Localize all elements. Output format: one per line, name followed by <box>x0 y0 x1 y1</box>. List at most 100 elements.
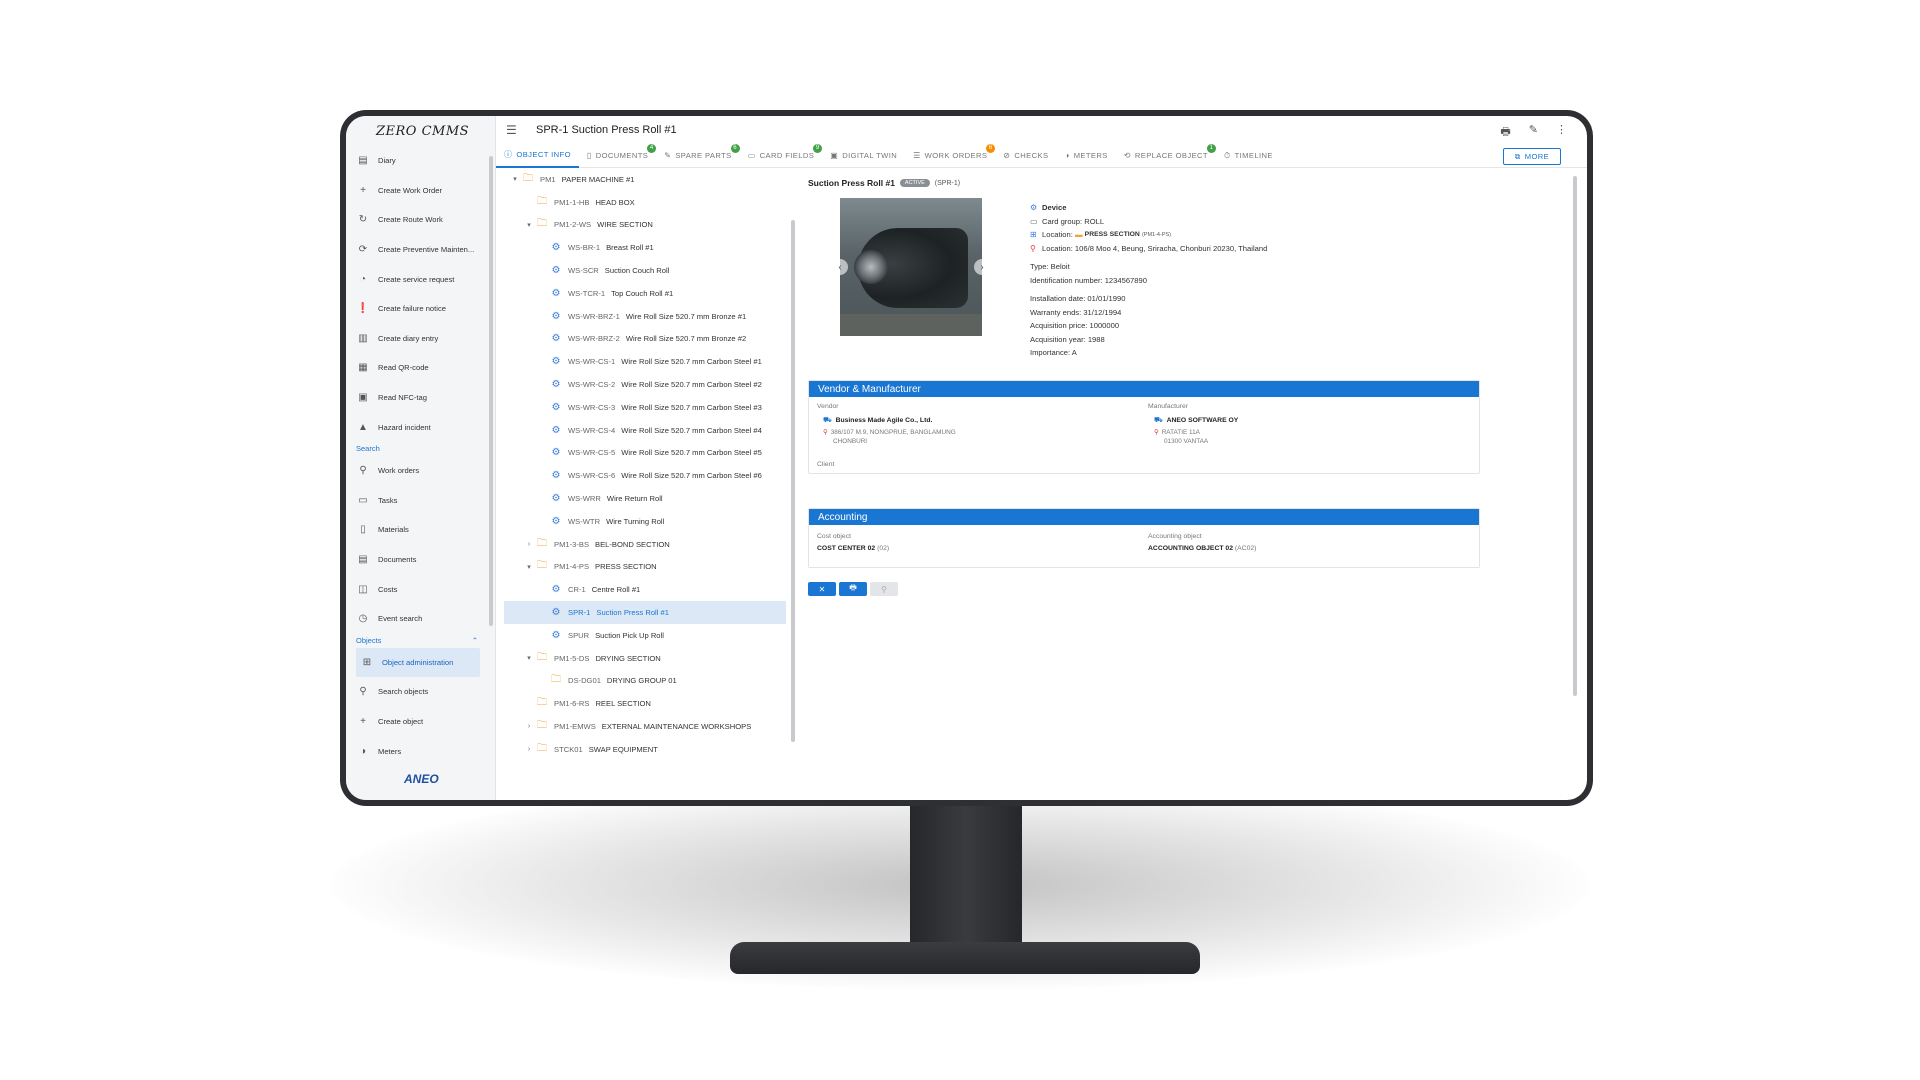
detail-scroll-thumb[interactable] <box>1573 176 1577 696</box>
chevron-up-icon[interactable]: ⌃ <box>472 636 478 645</box>
tree-node[interactable]: ⚙ WS-WR-CS-3 Wire Roll Size 520.7 mm Carbo… <box>496 396 786 419</box>
tree-scroll-thumb[interactable] <box>791 220 795 742</box>
tab-replace-object[interactable]: ⟲ REPLACE OBJECT 1 <box>1116 143 1216 168</box>
folder-icon: 🗀 <box>537 651 547 663</box>
sidebar-scrollbar[interactable] <box>488 146 494 766</box>
tree-node[interactable]: ⚙ SPUR Suction Pick Up Roll <box>496 624 786 647</box>
sidebar-scroll-thumb[interactable] <box>489 156 493 626</box>
sidebar-item-create-route-work[interactable]: ↻ Create Route Work <box>346 205 488 235</box>
qr-icon: ▦ <box>358 362 368 374</box>
tree-node[interactable]: ▾ 🗀 PM1 PAPER MACHINE #1 <box>496 168 786 191</box>
tree-node[interactable]: ⚙ WS-WRR Wire Return Roll <box>496 487 786 510</box>
tree-node[interactable]: ⚙ WS-WR-CS-1 Wire Roll Size 520.7 mm Carbo… <box>496 350 786 373</box>
tab-digital-twin[interactable]: ▣ DIGITAL TWIN <box>822 144 905 168</box>
more-button[interactable]: ⧉ MORE <box>1503 148 1561 165</box>
sidebar-item-work-orders[interactable]: ⚲ Work orders <box>346 456 488 486</box>
chevron-right-icon[interactable]: › <box>974 259 990 275</box>
tree-node[interactable]: › 🗀 STCK01 SWAP EQUIPMENT <box>496 738 786 761</box>
tree-node-name: WIRE SECTION <box>597 220 653 230</box>
logo[interactable]: ZERO CMMS <box>346 116 495 146</box>
sidebar-item-tasks[interactable]: ▭ Tasks <box>346 486 488 516</box>
tree-node[interactable]: ⚙ WS-TCR-1 Top Couch Roll #1 <box>496 282 786 305</box>
sidebar-item-meters[interactable]: ◑ Meters <box>346 736 488 766</box>
tree-node[interactable]: 🗀 PM1-1-HB HEAD BOX <box>496 191 786 214</box>
chevron-down-icon[interactable]: ▾ <box>510 175 520 183</box>
sidebar-item-event-search[interactable]: ◷ Event search <box>346 604 488 634</box>
edit-icon[interactable]: ✎ <box>1529 123 1538 142</box>
tree-node[interactable]: ⚙ WS-WR-CS-5 Wire Roll Size 520.7 mm Carbo… <box>496 442 786 465</box>
vendor-name[interactable]: ⛟ Business Made Agile Co., Ltd. <box>823 416 932 425</box>
chevron-left-icon[interactable]: ‹ <box>832 259 848 275</box>
sidebar-item-read-nfc-tag[interactable]: ▣ Read NFC-tag <box>346 383 488 413</box>
tree-scrollbar[interactable] <box>790 168 796 750</box>
pin-button[interactable]: ⚲ <box>870 582 898 596</box>
tree-node[interactable]: ⚙ WS-WR-CS-4 Wire Roll Size 520.7 mm Carbo… <box>496 419 786 442</box>
tree-node[interactable]: ▾ 🗀 PM1-4-PS PRESS SECTION <box>496 556 786 579</box>
sidebar-item-create-service-request[interactable]: ◔ Create service request <box>346 264 488 294</box>
hamburger-menu-icon[interactable]: ☰ <box>506 123 526 137</box>
sidebar-item-diary[interactable]: ▤ Diary <box>346 146 488 176</box>
tree-node[interactable]: › 🗀 PM1-3-BS BEL-BOND SECTION <box>496 533 786 556</box>
chevron-right-icon[interactable]: › <box>524 723 534 730</box>
print-icon[interactable]: 🖶 <box>1500 123 1510 142</box>
sidebar-item-create-preventive-mainten[interactable]: ⟳ Create Preventive Mainten... <box>346 235 488 265</box>
sidebar-section-objects[interactable]: Objects ⌃ <box>346 634 488 648</box>
hazard-icon: ▲ <box>358 421 368 433</box>
tree-node[interactable]: ⚙ SPR-1 Suction Press Roll #1 <box>504 601 786 624</box>
tab-card-fields[interactable]: ▭ CARD FIELDS 9 <box>740 143 823 168</box>
tree-node[interactable]: ▾ 🗀 PM1-5-DS DRYING SECTION <box>496 647 786 670</box>
tree-node[interactable]: ⚙ WS-WR-CS-6 Wire Roll Size 520.7 mm Carbo… <box>496 464 786 487</box>
chevron-down-icon[interactable]: ▾ <box>524 221 534 229</box>
tab-checks[interactable]: ⊘ CHECKS <box>995 144 1056 168</box>
device-icon: ⚙ <box>551 310 561 322</box>
tab-spare-parts[interactable]: ✎ SPARE PARTS 6 <box>656 143 740 168</box>
close-button[interactable]: ✕ <box>808 582 836 596</box>
tree-node[interactable]: 🗀 PM1-6-RS REEL SECTION <box>496 692 786 715</box>
tree-node[interactable]: 🗀 DS-DG01 DRYING GROUP 01 <box>496 670 786 693</box>
tree-node[interactable]: ⚙ WS-BR-1 Breast Roll #1 <box>496 236 786 259</box>
tree-node-name: Top Couch Roll #1 <box>611 288 674 298</box>
sidebar-item-label: Work orders <box>378 466 420 476</box>
detail-scrollbar[interactable] <box>1572 168 1578 750</box>
sidebar-item-costs[interactable]: ◫ Costs <box>346 574 488 604</box>
print-button[interactable]: 🖶 <box>839 582 867 596</box>
sidebar-item-read-qr-code[interactable]: ▦ Read QR-code <box>346 353 488 383</box>
sidebar-item-search-objects[interactable]: ⚲ Search objects <box>346 677 488 707</box>
chevron-right-icon[interactable]: › <box>524 746 534 753</box>
info-location: ⊞ Location: ▬ PRESS SECTION (PM1-4-PS) <box>1030 228 1267 242</box>
tree-node[interactable]: ⚙ WS-WTR Wire Turning Roll <box>496 510 786 533</box>
tree-node[interactable]: ⚙ WS-WR-BRZ-1 Wire Roll Size 520.7 mm Bron… <box>496 305 786 328</box>
plus-icon: + <box>360 184 366 196</box>
tree-node[interactable]: ▾ 🗀 PM1-2-WS WIRE SECTION <box>496 214 786 237</box>
gauge-icon: ◑ <box>359 745 367 757</box>
device-icon: ⚙ <box>551 584 561 596</box>
sidebar-item-object-administration[interactable]: ⊞ Object administration <box>356 647 480 678</box>
sidebar-item-create-work-order[interactable]: + Create Work Order <box>346 176 488 206</box>
tab-object-info[interactable]: ⓘ OBJECT INFO <box>496 144 579 168</box>
chevron-down-icon[interactable]: ▾ <box>524 563 534 571</box>
tab-documents[interactable]: ▯ DOCUMENTS 4 <box>579 143 657 168</box>
chevron-down-icon[interactable]: ▾ <box>524 654 534 662</box>
more-vert-icon[interactable]: ⋮ <box>1556 123 1567 142</box>
sidebar-item-create-diary-entry[interactable]: ▥ Create diary entry <box>346 324 488 354</box>
sidebar-item-documents[interactable]: ▤ Documents <box>346 545 488 575</box>
sidebar-item-materials[interactable]: ▯ Materials <box>346 515 488 545</box>
tab-meters[interactable]: ◑ METERS <box>1056 144 1115 168</box>
stage: ZERO CMMS ▤ Diary + Create Work Order ↻ Creat… <box>0 0 1920 1080</box>
tree-node-code: WS-WR-CS-1 <box>568 357 616 367</box>
manufacturer-name[interactable]: ⛟ ANEO SOFTWARE OY <box>1154 416 1238 425</box>
tab-work-orders[interactable]: ☰ WORK ORDERS 6 <box>905 143 996 168</box>
tree-node-name: REEL SECTION <box>595 699 651 709</box>
sidebar-item-create-failure-notice[interactable]: ❗ Create failure notice <box>346 294 488 324</box>
tree-node[interactable]: ⚙ WS-WR-BRZ-2 Wire Roll Size 520.7 mm Bron… <box>496 328 786 351</box>
location-name[interactable]: PRESS SECTION <box>1085 231 1140 238</box>
info-identification: Identification number: 1234567890 <box>1030 274 1267 288</box>
sidebar-item-create-object[interactable]: + Create object <box>346 707 488 737</box>
chevron-right-icon[interactable]: › <box>524 541 534 548</box>
tree-node[interactable]: ⚙ WS-WR-CS-2 Wire Roll Size 520.7 mm Carbo… <box>496 373 786 396</box>
tab-timeline[interactable]: ⏱ TIMELINE <box>1216 144 1281 168</box>
sidebar-item-hazard-incident[interactable]: ▲ Hazard incident <box>346 412 488 442</box>
tree-node[interactable]: › 🗀 PM1-EMWS EXTERNAL MAINTENANCE WORKSHOPS <box>496 715 786 738</box>
tree-node[interactable]: ⚙ CR-1 Centre Roll #1 <box>496 578 786 601</box>
tree-node[interactable]: ⚙ WS-SCR Suction Couch Roll <box>496 259 786 282</box>
